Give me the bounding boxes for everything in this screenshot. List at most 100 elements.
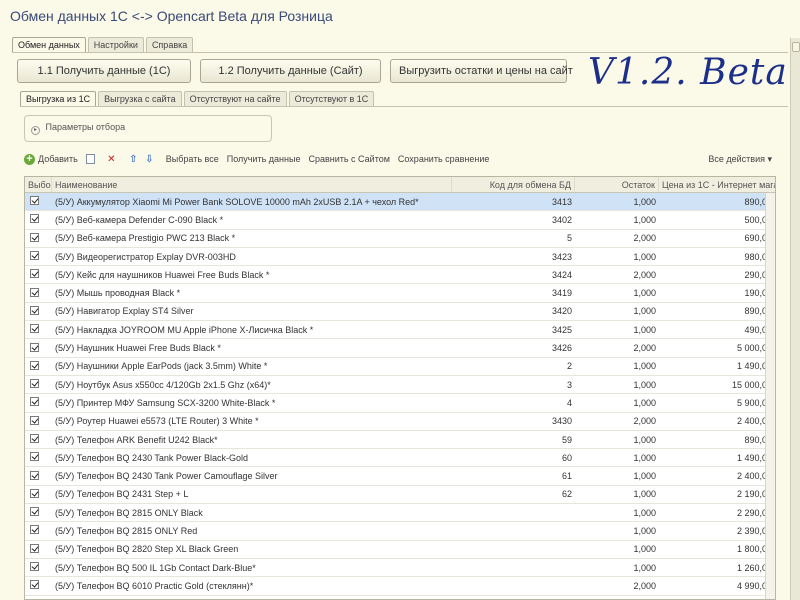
table-row[interactable]: (5/У) Принтер МФУ Samsung SCX-3200 White… — [25, 394, 775, 413]
table-row[interactable]: (5/У) Ноутбук Asus x550cc 4/120Gb 2x1.5 … — [25, 376, 775, 395]
expand-icon[interactable]: ▸ — [31, 126, 40, 135]
arrow-down-icon: ⇩ — [145, 153, 154, 165]
vertical-scrollbar[interactable] — [765, 193, 775, 599]
table-row[interactable]: (5/У) Мышь проводная Black * 3419 1,000 190… — [25, 284, 775, 303]
products-table: Выбор Наименование Код для обмена БД Ост… — [24, 176, 776, 600]
product-name: (5/У) Ноутбук Asus x550cc 4/120Gb 2x1.5 … — [55, 379, 271, 390]
row-select-cell — [25, 342, 52, 354]
get-data-button[interactable]: Получить данные — [227, 154, 301, 164]
save-comparison-button[interactable]: Сохранить сравнение — [398, 154, 490, 164]
price: 890,00 — [744, 306, 772, 317]
table-row[interactable]: (5/У) Телефон BQ 2815 ONLY Red 1,000 2 390… — [25, 522, 775, 541]
column-header-code[interactable]: Код для обмена БД — [452, 177, 575, 192]
row-checkbox[interactable] — [30, 379, 39, 389]
row-checkbox[interactable] — [30, 434, 39, 443]
compare-with-site-button[interactable]: Сравнить с Сайтом — [308, 154, 389, 164]
product-name: (5/У) Аккумулятор Xiaomi Mi Power Bank S… — [55, 196, 419, 207]
tab-settings[interactable]: Настройки — [87, 37, 144, 52]
row-checkbox[interactable] — [30, 470, 39, 480]
price: 2 390,00 — [736, 525, 772, 536]
get-data-1c-button[interactable]: 1.1 Получить данные (1С) — [17, 59, 191, 83]
column-header-select[interactable]: Выбор — [25, 177, 52, 192]
stock-qty: 1,000 — [633, 397, 656, 408]
price: 890,00 — [744, 196, 772, 207]
table-row[interactable]: (5/У) Накладка JOYROOM MU Apple iPhone X… — [25, 321, 775, 340]
tab-missing-in-1c[interactable]: Отсутствуют в 1С — [288, 91, 375, 106]
row-select-cell — [25, 488, 52, 500]
product-name: (5/У) Мышь проводная Black * — [55, 288, 181, 299]
table-row[interactable]: (5/У) Кейс для наушников Huawei Free Bud… — [25, 266, 775, 285]
table-row[interactable]: (5/У) Веб-камера Defender C-090 Black * 3… — [25, 211, 775, 230]
table-row[interactable]: (5/У) Телефон BQ 2815 ONLY Black 1,000 2 2… — [25, 504, 775, 523]
row-checkbox[interactable] — [30, 397, 39, 407]
row-checkbox[interactable] — [30, 287, 39, 297]
table-row[interactable]: (5/У) Телефон BQ 2820 Step XL Black Gree… — [25, 541, 775, 559]
product-name: (5/У) Телефон BQ 2820 Step XL Black Gree… — [55, 544, 239, 555]
row-checkbox[interactable] — [30, 232, 39, 242]
move-up-button[interactable]: ⇧ — [128, 154, 142, 165]
table-row[interactable]: (5/У) Телефон BQ 2430 Tank Power Camoufl… — [25, 467, 775, 486]
row-select-cell — [25, 379, 52, 390]
all-actions-menu[interactable]: Все действия ▾ — [708, 154, 772, 165]
get-data-site-button[interactable]: 1.2 Получить данные (Сайт) — [200, 59, 381, 83]
exchange-code: 5 — [566, 233, 572, 244]
column-header-name[interactable]: Наименование — [52, 177, 452, 192]
stock-qty: 1,000 — [633, 251, 656, 262]
tab-export-from-1c[interactable]: Выгрузка из 1С — [20, 91, 97, 106]
tab-help[interactable]: Справка — [145, 37, 194, 52]
tab-missing-on-site[interactable]: Отсутствуют на сайте — [183, 91, 287, 106]
table-row[interactable]: (5/У) Навигатор Explay ST4 Silver 3420 1,0… — [25, 303, 775, 322]
add-button[interactable]: + Добавить — [24, 153, 78, 165]
row-checkbox[interactable] — [30, 196, 39, 206]
row-select-cell — [25, 360, 52, 372]
price: 2 290,00 — [736, 507, 772, 518]
row-checkbox[interactable] — [30, 543, 39, 553]
table-row[interactable]: (5/У) Наушник Huawei Free Buds Black * 34… — [25, 339, 775, 358]
table-row[interactable]: (5/У) Аккумулятор Xiaomi Mi Power Bank S… — [25, 193, 775, 212]
side-panel-strip — [790, 38, 800, 600]
table-row[interactable]: (5/У) Телефон BQ 2431 Step + L 62 1,000 2 1… — [25, 486, 775, 505]
table-row[interactable]: (5/У) Видеорегистратор Explay DVR-003HD 3… — [25, 248, 775, 267]
row-checkbox[interactable] — [30, 562, 39, 572]
exchange-code: 3402 — [551, 214, 572, 225]
table-row[interactable]: (5/У) Роутер Huawei e5573 (LTE Router) 3… — [25, 413, 775, 431]
column-header-stock[interactable]: Остаток — [575, 177, 659, 192]
exchange-code: 3420 — [551, 306, 572, 317]
row-checkbox[interactable] — [30, 415, 39, 425]
side-panel-toggle-button[interactable] — [792, 42, 800, 52]
stock-qty: 1,000 — [633, 196, 656, 207]
copy-button[interactable] — [85, 154, 98, 164]
row-checkbox[interactable] — [30, 525, 39, 535]
move-down-button[interactable]: ⇩ — [144, 154, 158, 165]
delete-button[interactable]: ✕ — [106, 154, 120, 165]
table-row[interactable]: (5/У) Телефон BQ 2430 Tank Power Black-G… — [25, 449, 775, 468]
table-row[interactable]: (5/У) Наушники Apple EarPods (jack 3.5mm… — [25, 358, 775, 376]
table-row[interactable]: (5/У) Веб-камера Prestigio PWC 213 Black… — [25, 230, 775, 248]
select-all-button[interactable]: Выбрать все — [166, 154, 219, 164]
table-row[interactable]: (5/У) Телефон BQ 500 IL 1Gb Contact Dark… — [25, 559, 775, 578]
row-checkbox[interactable] — [30, 324, 39, 334]
row-checkbox[interactable] — [30, 488, 39, 498]
row-checkbox[interactable] — [30, 251, 39, 261]
stock-qty: 2,000 — [633, 580, 656, 591]
upload-stock-prices-button[interactable]: Выгрузить остатки и цены на сайт — [390, 59, 573, 83]
product-name: (5/У) Веб-камера Defender C-090 Black * — [55, 214, 224, 225]
product-name: (5/У) Кейс для наушников Huawei Free Bud… — [55, 269, 270, 280]
row-checkbox[interactable] — [30, 360, 39, 370]
column-header-price[interactable]: Цена из 1С - Интернет магазин — [659, 177, 775, 192]
row-checkbox[interactable] — [30, 305, 39, 315]
row-checkbox[interactable] — [30, 342, 39, 352]
row-select-cell — [25, 415, 52, 427]
tab-export-from-site[interactable]: Выгрузка с сайта — [98, 91, 182, 106]
row-select-cell — [25, 269, 52, 280]
tab-exchange[interactable]: Обмен данных — [12, 37, 86, 52]
row-checkbox[interactable] — [30, 452, 39, 462]
row-checkbox[interactable] — [30, 214, 39, 224]
table-row[interactable]: (5/У) Телефон BQ 6010 Practic Gold (стек… — [25, 577, 775, 596]
filter-params-group[interactable]: ▸ Параметры отбора — [24, 115, 272, 142]
row-checkbox[interactable] — [30, 269, 39, 279]
delete-icon: ✕ — [107, 153, 116, 165]
table-row[interactable]: (5/У) Телефон ARK Benefit U242 Black* 59 1… — [25, 431, 775, 450]
row-checkbox[interactable] — [30, 580, 39, 590]
row-checkbox[interactable] — [30, 507, 39, 517]
